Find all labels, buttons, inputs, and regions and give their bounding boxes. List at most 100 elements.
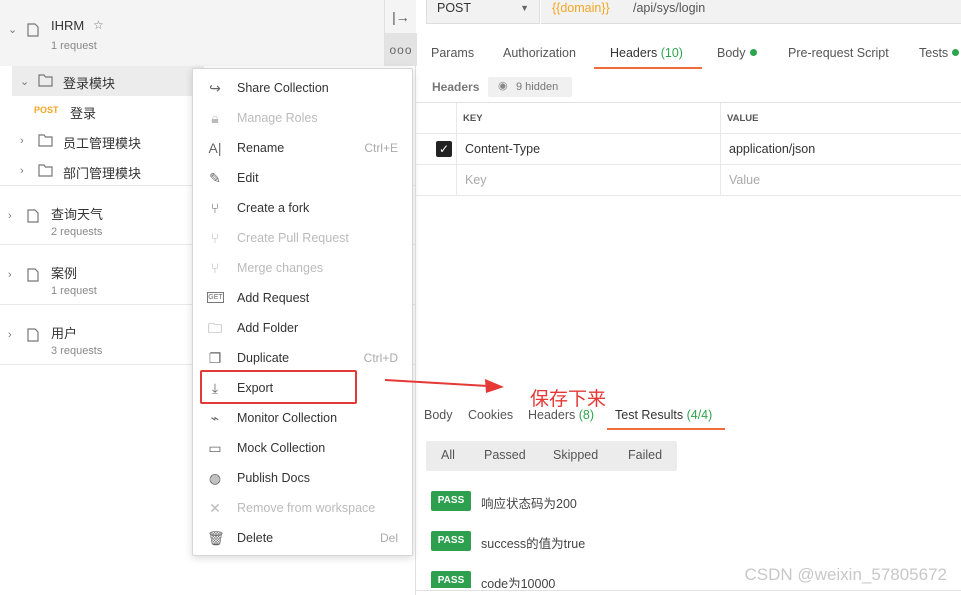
value-input[interactable]: Value bbox=[721, 165, 961, 196]
tab-tests[interactable]: Tests bbox=[919, 46, 960, 60]
menu-item-publish-docs[interactable]: ◍ Publish Docs bbox=[193, 463, 412, 493]
tab-prerequest-script[interactable]: Pre-request Script bbox=[788, 46, 889, 60]
request-login[interactable]: POST 登录 bbox=[0, 96, 192, 126]
header-key: Content-Type bbox=[465, 142, 541, 156]
menu-item-monitor-collection[interactable]: ⌁ Monitor Collection bbox=[193, 403, 412, 433]
filter-all[interactable]: All bbox=[441, 448, 455, 462]
chevron-right-icon[interactable]: › bbox=[8, 269, 20, 281]
chevron-down-icon[interactable]: ⌄ bbox=[8, 24, 20, 36]
menu-item-share-collection[interactable]: ↪ Share Collection bbox=[193, 73, 412, 103]
menu-shortcut: Ctrl+D bbox=[363, 351, 398, 365]
collection-count: 1 request bbox=[51, 40, 97, 52]
menu-item-add-folder[interactable]: 🗀︎ Add Folder bbox=[193, 313, 412, 343]
test-result-item: PASS 响应状态码为200 bbox=[431, 491, 731, 512]
more-options-icon[interactable]: ooo bbox=[385, 33, 417, 66]
caret-down-icon: ▼ bbox=[520, 3, 529, 13]
value-column-header: VALUE bbox=[721, 103, 961, 134]
method-select[interactable]: POST ▼ bbox=[426, 0, 540, 24]
menu-label: Edit bbox=[237, 171, 259, 185]
menu-label: Add Folder bbox=[237, 321, 299, 335]
tab-response-body[interactable]: Body bbox=[424, 408, 453, 422]
menu-label: Add Request bbox=[237, 291, 310, 305]
key-input[interactable]: Key bbox=[456, 165, 721, 196]
tab-headers[interactable]: Headers (10) bbox=[610, 46, 683, 60]
collection-name: IHRM bbox=[51, 18, 85, 33]
collection-ihrm[interactable]: ⌄ IHRM ☆ 1 request bbox=[0, 0, 416, 66]
menu-shortcut: Ctrl+E bbox=[364, 141, 398, 155]
tab-test-results[interactable]: Test Results (4/4) bbox=[615, 408, 712, 422]
pass-badge: PASS bbox=[431, 491, 471, 511]
chevron-right-icon[interactable]: › bbox=[20, 165, 24, 177]
collection-icon bbox=[27, 23, 39, 37]
menu-item-mock-collection[interactable]: ▭ Mock Collection bbox=[193, 433, 412, 463]
tab-count: (4/4) bbox=[686, 408, 713, 422]
hidden-headers-toggle[interactable]: ◉ 9 hidden bbox=[488, 77, 572, 97]
filter-failed[interactable]: Failed bbox=[628, 448, 662, 462]
tab-label: Body bbox=[717, 46, 746, 60]
monitor-icon: ⌁ bbox=[210, 410, 220, 426]
tab-body[interactable]: Body bbox=[717, 46, 757, 60]
chevron-right-icon[interactable]: › bbox=[8, 329, 20, 341]
menu-item-duplicate[interactable]: ❐ Duplicate Ctrl+D bbox=[193, 343, 412, 373]
folder-dept[interactable]: › 部门管理模块 bbox=[0, 156, 192, 186]
test-filters: All Passed Skipped Failed bbox=[426, 441, 677, 471]
menu-label: Create Pull Request bbox=[237, 231, 349, 245]
menu-item-add-request[interactable]: GET Add Request bbox=[193, 283, 412, 313]
filter-skipped[interactable]: Skipped bbox=[553, 448, 598, 462]
share-icon: ↪ bbox=[209, 80, 221, 96]
tab-count: (10) bbox=[660, 46, 683, 60]
collection-context-menu: ↪ Share Collection 🔒︎ Manage Roles A| Re… bbox=[192, 68, 413, 556]
menu-item-manage-roles: 🔒︎ Manage Roles bbox=[193, 103, 412, 133]
collection-name: 查询天气 bbox=[51, 207, 104, 222]
menu-item-edit[interactable]: ✎ Edit bbox=[193, 163, 412, 193]
url-input[interactable]: {{domain}} /api/sys/login bbox=[541, 0, 961, 24]
folder-login[interactable]: ⌄ 登录模块 bbox=[12, 66, 204, 96]
menu-label: Mock Collection bbox=[237, 441, 326, 455]
globe-icon: ◍ bbox=[208, 470, 222, 486]
menu-item-create-fork[interactable]: ⑂ Create a fork bbox=[193, 193, 412, 223]
filter-passed[interactable]: Passed bbox=[484, 448, 526, 462]
tab-params[interactable]: Params bbox=[431, 46, 474, 60]
test-name: 响应状态码为200 bbox=[481, 497, 577, 511]
tab-label: Headers bbox=[610, 46, 658, 60]
collection-count: 1 request bbox=[51, 285, 97, 297]
annotation-text: 保存下来 bbox=[530, 388, 607, 410]
active-tab-indicator bbox=[607, 428, 725, 430]
menu-label: Delete bbox=[237, 531, 274, 545]
pass-badge: PASS bbox=[431, 531, 471, 551]
get-request-icon: GET bbox=[207, 292, 224, 303]
method-value: POST bbox=[437, 1, 472, 15]
watermark: CSDN @weixin_57805672 bbox=[744, 565, 947, 584]
checkbox-checked-icon[interactable]: ✓ bbox=[436, 141, 452, 157]
chevron-right-icon[interactable]: › bbox=[20, 135, 24, 147]
key-cell[interactable]: Content-Type bbox=[456, 134, 721, 165]
chevron-down-icon[interactable]: ⌄ bbox=[20, 75, 29, 88]
star-icon[interactable]: ☆ bbox=[93, 18, 104, 32]
menu-item-remove-from-workspace: ✕ Remove from workspace bbox=[193, 493, 412, 523]
response-tabs: Body Cookies Headers (8) Test Results (4… bbox=[416, 400, 961, 428]
chevron-right-icon[interactable]: › bbox=[8, 210, 20, 222]
tab-authorization[interactable]: Authorization bbox=[503, 46, 576, 60]
value-placeholder: Value bbox=[729, 173, 761, 187]
collapse-sidebar-icon[interactable]: |→ bbox=[385, 0, 417, 33]
menu-label: Remove from workspace bbox=[237, 501, 376, 515]
menu-label: Create a fork bbox=[237, 201, 310, 215]
collection-icon bbox=[27, 268, 39, 282]
method-badge: POST bbox=[34, 105, 59, 115]
test-name: success的值为true bbox=[481, 537, 586, 551]
tab-label: Test Results bbox=[615, 408, 684, 422]
collection-count: 2 requests bbox=[51, 226, 103, 238]
menu-item-delete[interactable]: 🗑︎ Delete Del bbox=[193, 523, 412, 553]
request-label: 登录 bbox=[70, 106, 97, 121]
menu-label: Monitor Collection bbox=[237, 411, 338, 425]
lock-icon: 🔒︎ bbox=[211, 110, 219, 126]
tab-response-cookies[interactable]: Cookies bbox=[468, 408, 513, 422]
headers-title: Headers bbox=[432, 80, 480, 94]
value-cell[interactable]: application/json bbox=[721, 134, 961, 165]
status-dot-icon bbox=[749, 49, 757, 56]
folder-staff[interactable]: › 员工管理模块 bbox=[0, 126, 192, 156]
folder-label: 员工管理模块 bbox=[63, 136, 142, 151]
collection-name: 用户 bbox=[51, 326, 78, 341]
folder-icon bbox=[38, 74, 53, 87]
menu-item-rename[interactable]: A| Rename Ctrl+E bbox=[193, 133, 412, 163]
